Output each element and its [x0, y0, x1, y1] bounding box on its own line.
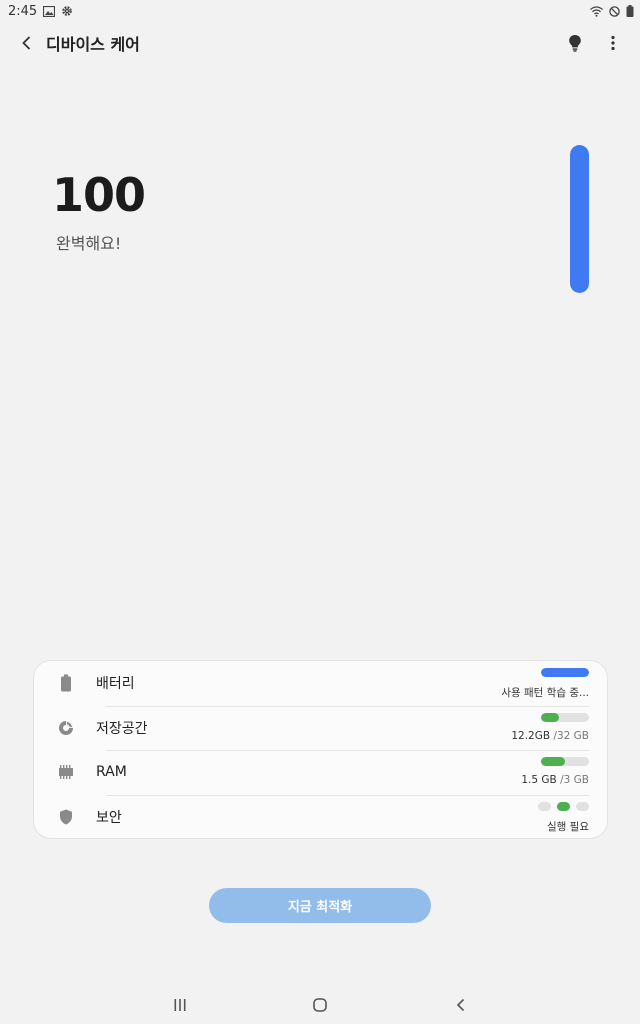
more-options-button[interactable]: [600, 30, 626, 56]
battery-icon: [54, 671, 78, 695]
back-button[interactable]: [14, 30, 40, 56]
ram-status: 1.5 GB /3 GB: [459, 756, 589, 790]
recent-apps-button[interactable]: [168, 994, 192, 1016]
security-dot-3: [576, 801, 589, 811]
navigation-bar: [0, 984, 640, 1024]
status-right: [590, 5, 634, 17]
security-status: 실행 필요: [459, 801, 589, 835]
status-left: 2:45: [8, 4, 73, 19]
security-dot-1: [538, 801, 551, 811]
device-status-card: 배터리 사용 패턴 학습 중... 저장공간 12.2GB /32 GB RAM: [33, 660, 608, 839]
device-score: 100: [52, 168, 146, 222]
storage-status-text: 12.2GB /32 GB: [511, 729, 589, 742]
home-icon: [313, 998, 327, 1012]
ram-meter-fill: [541, 757, 565, 766]
app-bar: 디바이스 케어: [0, 22, 640, 64]
storage-meter: [541, 712, 589, 722]
battery-status-text: 사용 패턴 학습 중...: [501, 687, 589, 699]
storage-row[interactable]: 저장공간 12.2GB /32 GB: [54, 705, 589, 751]
battery-meter-fill: [541, 668, 589, 677]
lightbulb-icon: [569, 35, 581, 52]
gallery-icon: [43, 5, 56, 17]
battery-row[interactable]: 배터리 사용 패턴 학습 중...: [54, 661, 589, 706]
recent-apps-icon: [174, 999, 186, 1011]
battery-status: 사용 패턴 학습 중...: [459, 667, 589, 701]
ram-meter: [541, 757, 589, 766]
battery-status-icon: [626, 5, 634, 17]
more-vert-icon: [611, 35, 615, 51]
wifi-icon: [590, 5, 603, 17]
ram-status-text: 1.5 GB /3 GB: [521, 774, 589, 786]
tips-button[interactable]: [562, 30, 588, 56]
score-bar-fill: [570, 145, 589, 293]
memory-chip-icon: [54, 760, 78, 784]
security-status-text: 실행 필요: [547, 820, 589, 833]
security-progress-dots: [538, 801, 589, 811]
page-title: 디바이스 케어: [46, 35, 140, 54]
app-actions: [562, 30, 626, 56]
storage-status: 12.2GB /32 GB: [459, 712, 589, 746]
status-time: 2:45: [8, 3, 38, 19]
nav-back-button[interactable]: [449, 994, 473, 1016]
do-not-disturb-icon: [609, 5, 620, 17]
home-button[interactable]: [308, 994, 332, 1016]
ram-row[interactable]: RAM 1.5 GB /3 GB: [54, 750, 589, 795]
security-row[interactable]: 보안 실행 필요: [54, 794, 589, 840]
optimize-now-button[interactable]: 지금 최적화: [209, 888, 431, 923]
shield-icon: [54, 805, 78, 829]
score-bar: [570, 145, 589, 293]
nav-back-icon: [456, 998, 465, 1012]
storage-pie-icon: [54, 716, 78, 740]
back-arrow-icon: [22, 36, 31, 50]
settings-gear-icon: [61, 5, 73, 17]
storage-meter-fill: [541, 712, 560, 722]
security-dot-2: [557, 801, 570, 811]
score-message: 완벽해요!: [56, 234, 122, 253]
status-bar: 2:45: [0, 0, 640, 22]
battery-meter: [541, 668, 589, 677]
